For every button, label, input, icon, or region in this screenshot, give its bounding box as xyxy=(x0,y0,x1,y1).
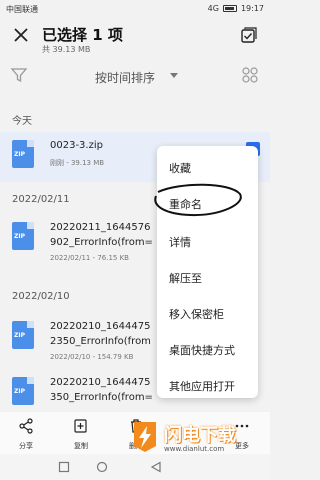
recent-apps-icon[interactable] xyxy=(58,461,70,473)
file-meta: 2022/02/11 - 76.15 KB xyxy=(50,254,129,262)
zip-file-icon: ZIP xyxy=(12,222,34,250)
menu-item-move-to-safe[interactable]: 移入保密柜 xyxy=(169,306,224,322)
watermark-url: www.dianlut.com xyxy=(164,445,225,453)
menu-item-favorite[interactable]: 收藏 xyxy=(169,160,191,176)
file-name: 20220211_1644576 xyxy=(50,222,151,233)
annotation-circle xyxy=(154,183,242,217)
share-label: 分享 xyxy=(19,442,33,450)
file-name-continued: 902_ErrorInfo(from= xyxy=(50,237,153,248)
carrier-label: 中国联通 xyxy=(6,5,38,14)
filter-icon[interactable] xyxy=(10,66,28,84)
file-meta: 2022/02/10 - 154.79 KB xyxy=(50,353,134,361)
menu-item-open-with[interactable]: 其他应用打开 xyxy=(169,378,235,394)
battery-icon xyxy=(222,5,237,12)
menu-item-extract-to[interactable]: 解压至 xyxy=(169,270,202,286)
file-name-continued: 350_ErrorInfo(from= xyxy=(50,392,153,403)
clock: 19:17 xyxy=(240,4,264,13)
status-bar: 中国联通 4G 19:17 xyxy=(0,0,270,16)
sort-dropdown[interactable]: 按时间排序 xyxy=(95,69,155,86)
selection-size: 共 39.13 MB xyxy=(42,45,91,54)
copy-label: 复制 xyxy=(74,442,88,450)
zip-file-icon: ZIP xyxy=(12,140,34,168)
section-header-date: 2022/02/11 xyxy=(12,194,70,205)
lightning-logo-icon xyxy=(134,422,156,452)
chevron-down-icon[interactable] xyxy=(170,73,178,78)
file-name: 0023-3.zip xyxy=(50,140,103,151)
zip-file-icon: ZIP xyxy=(12,321,34,349)
file-name-continued: 2350_ErrorInfo(from xyxy=(50,336,151,347)
watermark-text: 闪电下载 xyxy=(164,425,236,446)
grid-view-icon[interactable] xyxy=(242,67,258,83)
signal-label: 4G xyxy=(207,4,219,13)
zip-file-icon: ZIP xyxy=(12,377,34,405)
system-nav-bar xyxy=(0,454,270,480)
page-title: 已选择 1 项 xyxy=(42,26,123,44)
section-header-today: 今天 xyxy=(12,116,32,127)
copy-icon xyxy=(74,419,87,433)
share-icon xyxy=(19,418,33,434)
file-name: 20220210_1644475 xyxy=(50,377,151,388)
home-icon[interactable] xyxy=(96,461,108,473)
sort-bar: 按时间排序 xyxy=(0,62,270,90)
section-header-date: 2022/02/10 xyxy=(12,291,70,302)
menu-item-details[interactable]: 详情 xyxy=(169,234,191,250)
close-icon[interactable] xyxy=(12,26,30,44)
selection-header: 已选择 1 项 共 39.13 MB xyxy=(0,18,270,60)
select-all-icon[interactable] xyxy=(240,26,258,44)
file-meta: 刚刚 - 39.13 MB xyxy=(50,159,105,167)
menu-item-desktop-shortcut[interactable]: 桌面快捷方式 xyxy=(169,342,235,358)
back-icon[interactable] xyxy=(150,461,162,473)
file-name: 20220210_1644475 xyxy=(50,321,151,332)
copy-button[interactable]: 复制 xyxy=(61,418,101,451)
share-button[interactable]: 分享 xyxy=(6,418,46,451)
